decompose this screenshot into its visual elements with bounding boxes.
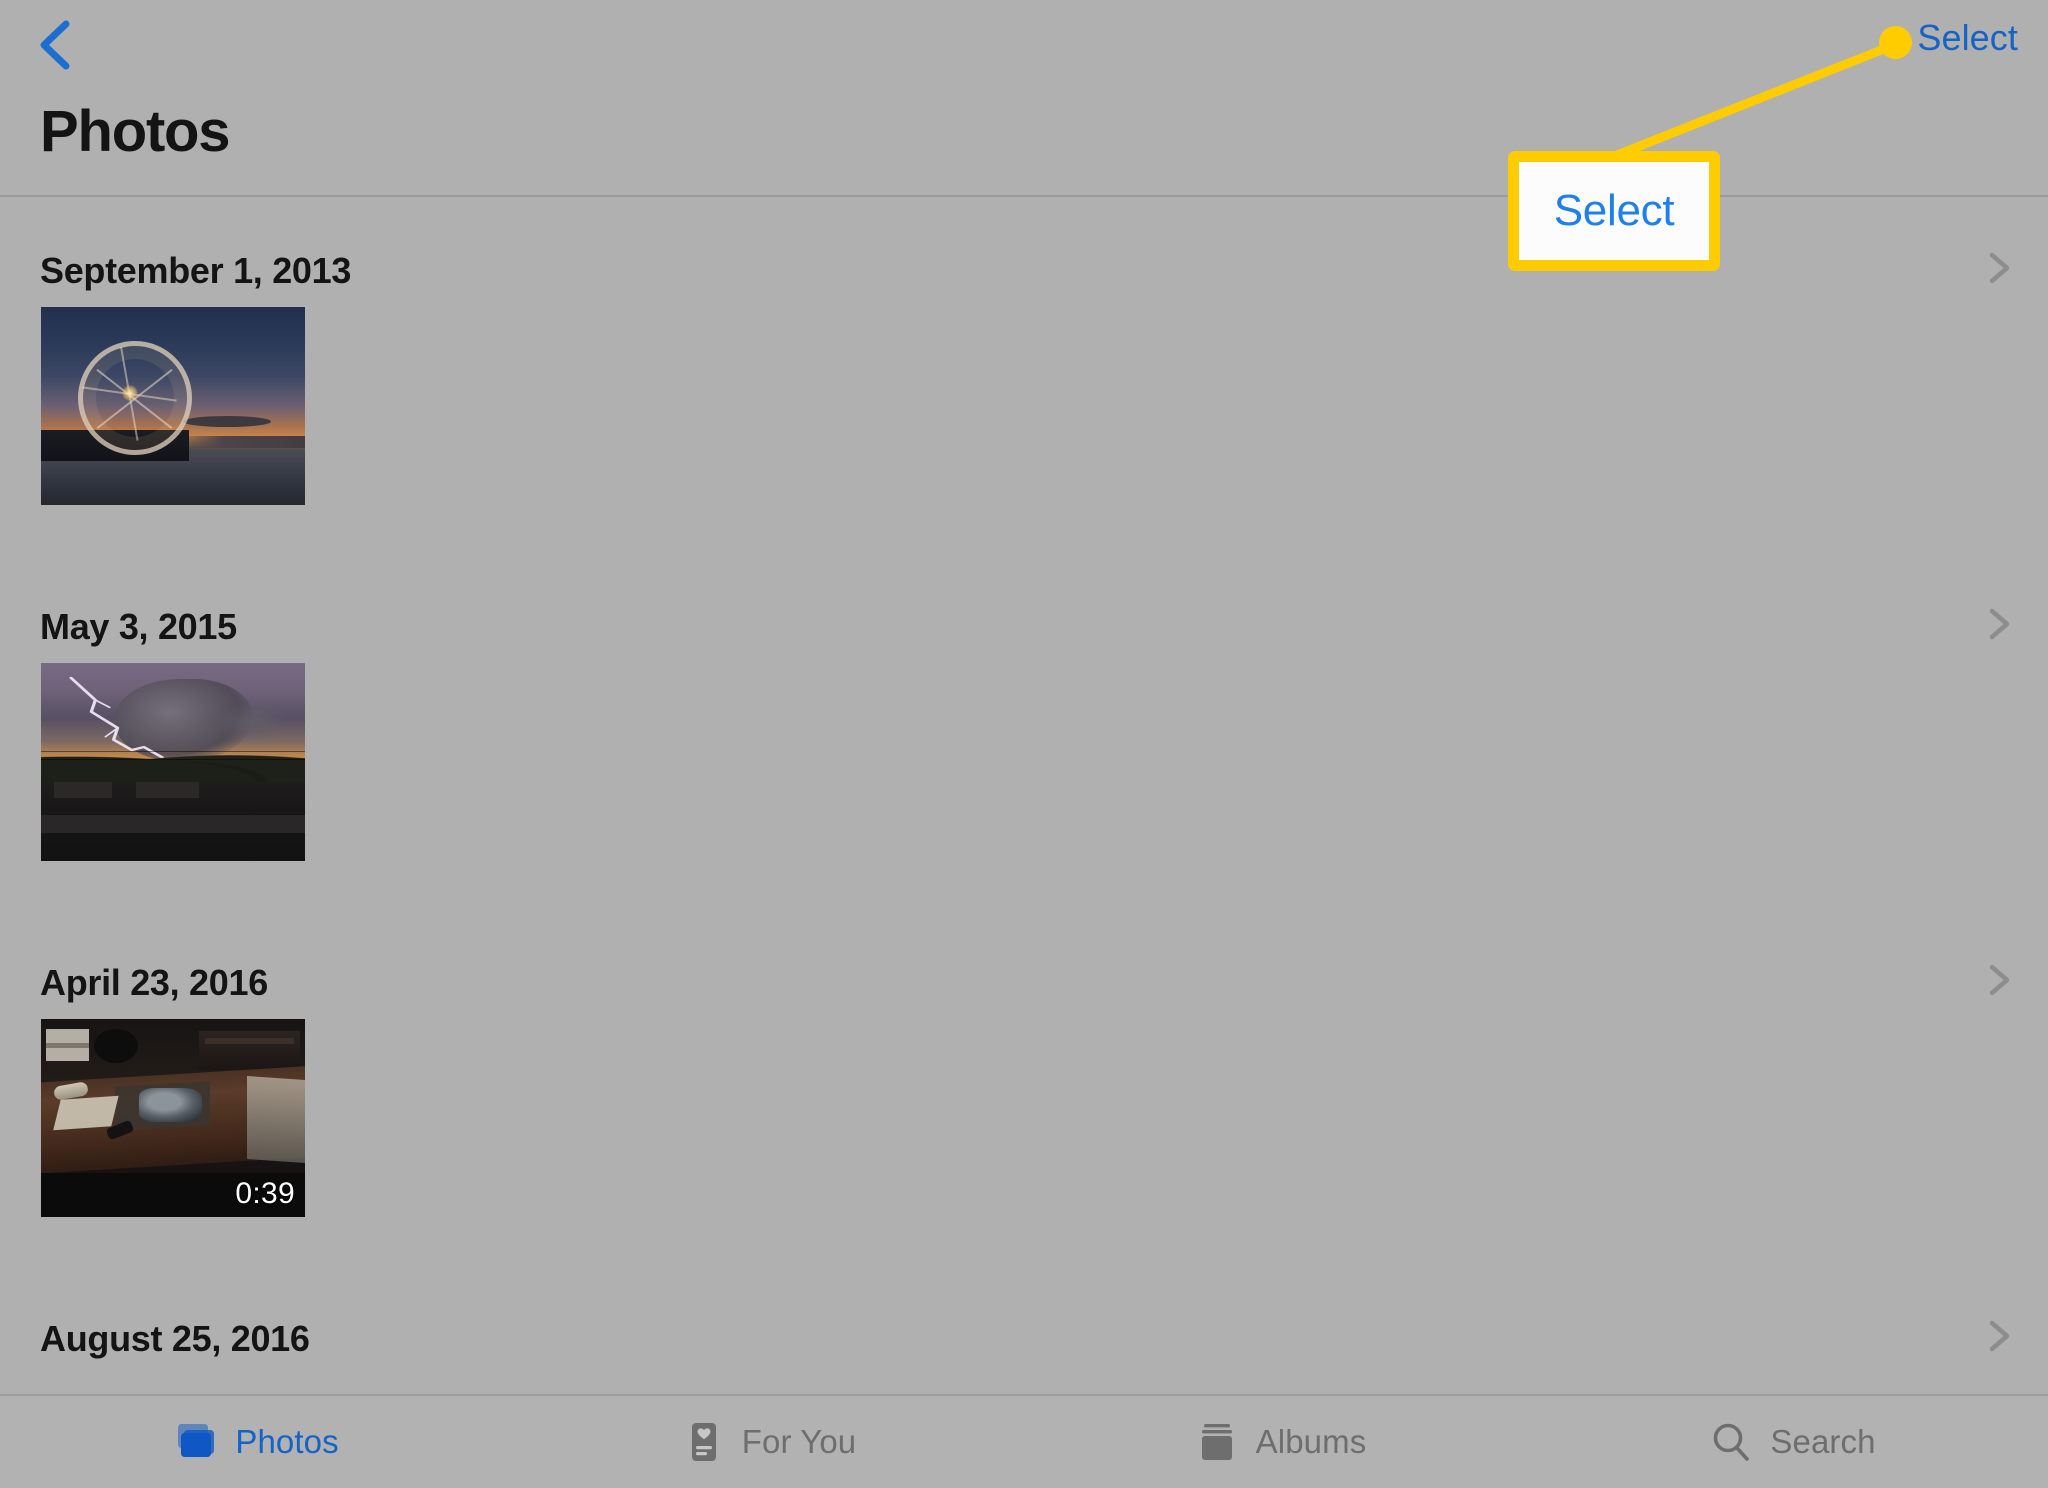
moment-thumbnail-row <box>0 663 2048 909</box>
moment-header[interactable]: May 3, 2015 <box>0 553 2048 663</box>
moment-disclosure-button[interactable] <box>1978 1315 2020 1357</box>
back-button[interactable] <box>22 10 92 80</box>
select-button[interactable]: Select <box>1917 17 2018 59</box>
ferris-wheel-sunset-image <box>41 307 305 505</box>
moment-group: April 23, 2016 0:39 <box>0 909 2048 1265</box>
page-title: Photos <box>40 99 231 164</box>
moment-group: August 25, 2016 <box>0 1265 2048 1375</box>
moment-date-label: August 25, 2016 <box>40 1318 310 1359</box>
video-duration-label: 0:39 <box>235 1177 295 1210</box>
moment-group: September 1, 2013 <box>0 197 2048 553</box>
photos-app-screen: Select Photos September 1, 2013 May 3, 2… <box>0 0 2048 1488</box>
moment-date-label: May 3, 2015 <box>40 606 237 647</box>
tab-for-you[interactable]: For You <box>512 1396 1024 1488</box>
select-button-label: Select <box>1917 17 2018 58</box>
bottom-tab-bar: Photos For You Albums Search <box>0 1394 2048 1488</box>
moment-date-label: September 1, 2013 <box>40 250 352 291</box>
moment-group: May 3, 2015 <box>0 553 2048 909</box>
photo-thumbnail-lightning-storm[interactable] <box>41 663 305 861</box>
lightning-storm-image <box>41 663 305 861</box>
albums-stack-icon <box>1194 1419 1240 1465</box>
moment-date-label: April 23, 2016 <box>40 962 268 1003</box>
tab-photos-label: Photos <box>235 1423 339 1460</box>
chevron-left-icon <box>40 20 70 70</box>
chevron-right-icon <box>1989 252 2010 284</box>
moment-header[interactable]: August 25, 2016 <box>0 1265 2048 1375</box>
moment-disclosure-button[interactable] <box>1978 603 2020 645</box>
chevron-right-icon <box>1989 608 2010 640</box>
for-you-card-icon <box>680 1419 726 1465</box>
photos-stack-icon <box>173 1419 219 1465</box>
tab-search[interactable]: Search <box>1536 1396 2048 1488</box>
tab-for-you-label: For You <box>741 1423 857 1460</box>
moment-disclosure-button[interactable] <box>1978 959 2020 1001</box>
moment-disclosure-button[interactable] <box>1978 247 2020 289</box>
moment-thumbnail-row <box>0 307 2048 553</box>
search-icon <box>1708 1419 1754 1465</box>
tab-albums[interactable]: Albums <box>1024 1396 1536 1488</box>
moment-header[interactable]: September 1, 2013 <box>0 197 2048 307</box>
tab-albums-label: Albums <box>1255 1423 1367 1460</box>
moment-header[interactable]: April 23, 2016 <box>0 909 2048 1019</box>
chevron-right-icon <box>1989 1320 2010 1352</box>
navigation-bar: Select Photos <box>0 0 2048 197</box>
moment-thumbnail-row: 0:39 <box>0 1019 2048 1265</box>
chevron-right-icon <box>1989 964 2010 996</box>
photo-moments-list[interactable]: September 1, 2013 May 3, 2015 April 23, … <box>0 197 2048 1394</box>
video-thumbnail-workbench[interactable]: 0:39 <box>41 1019 305 1217</box>
tab-search-label: Search <box>1770 1423 1876 1460</box>
tab-photos[interactable]: Photos <box>0 1396 512 1488</box>
photo-thumbnail-ferris-wheel[interactable] <box>41 307 305 505</box>
